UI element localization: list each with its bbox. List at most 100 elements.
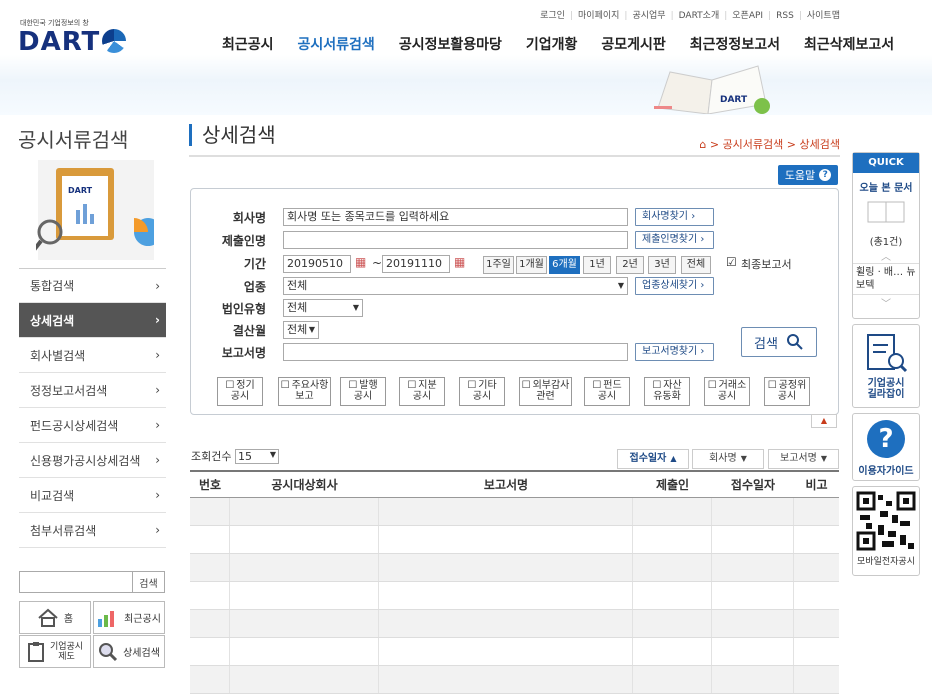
util-link[interactable]: 로그인: [540, 11, 565, 21]
company-input[interactable]: 회사명 또는 종목코드를 입력하세요: [283, 208, 628, 226]
util-link[interactable]: 공시업무: [632, 11, 665, 21]
help-button[interactable]: 도움말?: [778, 165, 838, 185]
category-checkbox[interactable]: ☐ 거래소 공시: [704, 377, 750, 406]
util-separator: |: [670, 11, 674, 21]
today-doc-item[interactable]: 휠링 · 배… 뉴보텍: [853, 263, 919, 295]
period-button[interactable]: 전체: [681, 256, 711, 274]
quick-home-button[interactable]: 홈: [19, 601, 91, 634]
search-button[interactable]: 검색: [741, 327, 817, 357]
table-header-cell: 접수일자: [730, 478, 776, 492]
sidebar-search-button[interactable]: 검색: [132, 572, 164, 592]
table-row[interactable]: [190, 554, 839, 582]
category-checkbox[interactable]: ☐ 지분 공시: [399, 377, 445, 406]
category-line1: 발행: [359, 380, 378, 391]
industry-select[interactable]: 전체: [283, 277, 628, 295]
sidebar-item-label: 펀드공시상세검색: [30, 418, 119, 433]
quick-system-button[interactable]: 기업공시 제도: [19, 635, 91, 668]
sidebar-item[interactable]: 통합검색 ›: [19, 268, 166, 303]
util-link[interactable]: 마이페이지: [578, 11, 619, 21]
nav-item[interactable]: 최근삭제보고서: [804, 34, 894, 54]
sidebar-search-input[interactable]: [20, 572, 132, 592]
scroll-down-icon[interactable]: ﹀: [853, 295, 919, 310]
company-guide-link[interactable]: 기업공시 길라잡이: [852, 324, 920, 408]
category-checkbox[interactable]: ☐ 외부감사 관련: [519, 377, 572, 406]
category-checkbox[interactable]: ☐ 정기 공시: [217, 377, 263, 406]
banner-book-icon: DART: [654, 65, 770, 114]
period-button[interactable]: 2년: [616, 256, 644, 274]
collapse-button[interactable]: ▲: [811, 414, 837, 428]
quick-detail-button[interactable]: 상세검색: [93, 635, 165, 668]
util-link[interactable]: 사이트맵: [807, 11, 840, 21]
category-checkbox[interactable]: ☐ 기타 공시: [459, 377, 505, 406]
period-button[interactable]: 1주일: [483, 256, 514, 274]
table-cell: [794, 638, 839, 665]
category-checkbox[interactable]: ☐ 주요사항 보고: [278, 377, 331, 406]
calendar-icon[interactable]: ▦: [355, 255, 366, 269]
count-select[interactable]: 15 ▼: [234, 449, 279, 464]
submitter-find-button[interactable]: 제출인명찾기 ›: [635, 231, 714, 249]
table-row[interactable]: [190, 526, 839, 554]
period-button[interactable]: 6개월: [549, 256, 580, 274]
category-line2: 공시: [777, 391, 797, 402]
util-link[interactable]: 오픈API: [732, 11, 763, 21]
sidebar-item-label: 상세검색: [30, 313, 75, 328]
category-checkbox[interactable]: ☐ 발행 공시: [340, 377, 386, 406]
breadcrumb-item[interactable]: 공시서류검색: [723, 138, 784, 151]
table-cell: [190, 498, 230, 525]
nav-item[interactable]: 공시서류검색: [298, 34, 375, 54]
nav-item[interactable]: 기업개황: [526, 34, 578, 54]
user-guide-link[interactable]: ? 이용자가이드: [852, 413, 920, 481]
settlement-select[interactable]: 전체: [283, 321, 319, 339]
report-input[interactable]: [283, 343, 628, 361]
report-find-button[interactable]: 보고서명찾기 ›: [635, 343, 714, 361]
sidebar-item[interactable]: 회사별검색 ›: [19, 338, 166, 373]
industry-find-button[interactable]: 업종상세찾기 ›: [635, 277, 714, 295]
table-cell: [794, 498, 839, 525]
table-cell: [230, 498, 379, 525]
table-cell: [633, 498, 712, 525]
date-from-input[interactable]: 20190510: [283, 255, 351, 273]
period-button[interactable]: 1개월: [516, 256, 547, 274]
category-checkbox[interactable]: ☐ 펀드 공시: [584, 377, 630, 406]
scroll-up-icon[interactable]: ︿: [853, 248, 919, 263]
home-crumb-icon[interactable]: ⌂: [699, 138, 706, 151]
sort-button[interactable]: 접수일자 ▲: [617, 449, 689, 469]
table-row[interactable]: [190, 666, 839, 694]
sidebar-item-label: 통합검색: [30, 279, 75, 293]
sidebar-item[interactable]: 정정보고서검색 ›: [19, 373, 166, 408]
submitter-input[interactable]: [283, 231, 628, 249]
sort-label: 회사명: [709, 453, 737, 464]
final-report-checkbox[interactable]: ☑: [726, 255, 737, 269]
sidebar-item[interactable]: 상세검색 ›: [19, 303, 166, 338]
sort-button[interactable]: 회사명 ▼: [692, 449, 764, 469]
dart-logo[interactable]: DART: [18, 27, 127, 57]
chevron-right-icon: ›: [155, 313, 160, 327]
quick-recent-button[interactable]: 최근공시: [93, 601, 165, 634]
nav-item[interactable]: 최근공시: [222, 34, 274, 54]
sort-button[interactable]: 보고서명 ▼: [768, 449, 839, 469]
sidebar-item[interactable]: 비교검색 ›: [19, 478, 166, 513]
sidebar-item[interactable]: 첨부서류검색 ›: [19, 513, 166, 548]
util-link[interactable]: RSS: [776, 11, 794, 21]
sidebar-item[interactable]: 신용평가공시상세검색 ›: [19, 443, 166, 478]
table-row[interactable]: [190, 638, 839, 666]
period-button[interactable]: 1년: [583, 256, 611, 274]
nav-item[interactable]: 공모게시판: [601, 34, 665, 54]
period-button[interactable]: 3년: [648, 256, 676, 274]
category-checkbox[interactable]: ☐ 공정위 공시: [764, 377, 810, 406]
calendar-icon[interactable]: ▦: [454, 255, 465, 269]
table-row[interactable]: [190, 498, 839, 526]
mobile-link[interactable]: 모바일전자공시: [852, 486, 920, 576]
category-line1: 자산: [663, 380, 682, 391]
company-find-button[interactable]: 회사명찾기 ›: [635, 208, 714, 226]
table-row[interactable]: [190, 610, 839, 638]
sidebar-item[interactable]: 펀드공시상세검색 ›: [19, 408, 166, 443]
nav-item[interactable]: 공시정보활용마당: [399, 34, 502, 54]
nav-item[interactable]: 최근정정보고서: [690, 34, 780, 54]
category-checkbox[interactable]: ☐ 자산 유동화: [644, 377, 690, 406]
chevron-right-icon: ›: [155, 418, 160, 432]
table-row[interactable]: [190, 582, 839, 610]
corp-type-select[interactable]: 전체: [283, 299, 363, 317]
util-link[interactable]: DART소개: [679, 11, 720, 21]
date-to-input[interactable]: 20191110: [382, 255, 450, 273]
